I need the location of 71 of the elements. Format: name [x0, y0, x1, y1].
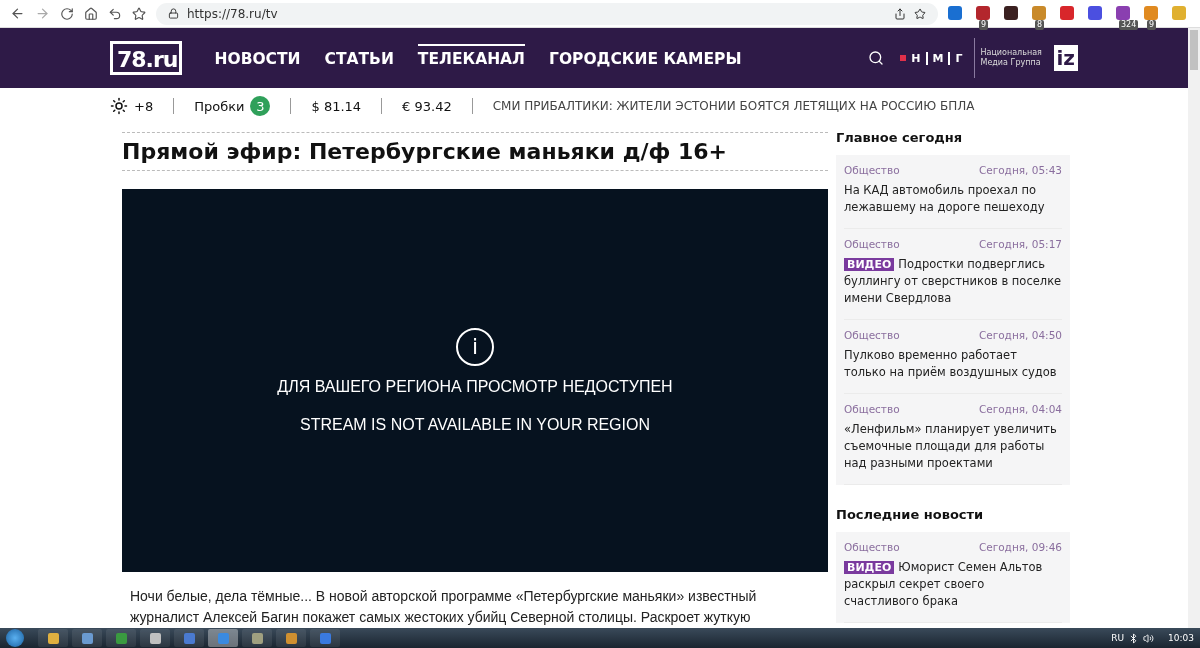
- taskbar-app[interactable]: [106, 629, 136, 647]
- sidebar-heading: Главное сегодня: [836, 130, 964, 145]
- info-icon: i: [456, 327, 494, 366]
- taskbar-app[interactable]: [310, 629, 340, 647]
- news-title[interactable]: Пулково временно работает только на приём воздушных судов: [844, 347, 1062, 381]
- nav-link[interactable]: ГОРОДСКИЕ КАМЕРЫ: [549, 44, 742, 72]
- news-title[interactable]: «Ленфильм» планирует увеличить съемочные площади для работы над разными проектами: [844, 421, 1062, 472]
- volume-icon[interactable]: [1143, 632, 1155, 644]
- news-time: Сегодня, 05:43: [978, 164, 1062, 176]
- news-category[interactable]: Общество: [844, 164, 900, 176]
- taskbar-app[interactable]: [38, 629, 68, 647]
- nav-link[interactable]: ТЕЛЕКАНАЛ: [417, 44, 525, 72]
- square-icon: [900, 55, 907, 61]
- traffic-label: Пробки: [194, 98, 245, 114]
- description: Ночи белые, дела тёмные... В новой авторской программе «Петербургские маньяки» известный журналист Алексей Багин покажет самых жестоких убийц Северной столицы. Раскроет жуткую: [130, 587, 758, 627]
- start-button[interactable]: [6, 629, 24, 647]
- bookmark-icon[interactable]: [914, 7, 926, 20]
- partner-logo-letter: Н: [911, 51, 928, 65]
- scrollbar[interactable]: [1188, 28, 1200, 628]
- nav-link[interactable]: НОВОСТИ: [214, 44, 301, 72]
- site-logo[interactable]: 78.ru: [110, 41, 183, 75]
- taskbar-app[interactable]: [242, 629, 272, 647]
- news-title[interactable]: ВИДЕО Юморист Семен Альтов раскрыл секрет своего счастливого брака: [844, 559, 1062, 610]
- usd-rate: $ 81.14: [311, 98, 362, 114]
- language-indicator[interactable]: RU: [1111, 633, 1125, 643]
- news-category[interactable]: Общество: [844, 238, 900, 250]
- traffic-badge: 3: [250, 96, 271, 116]
- eur-rate: € 93.42: [402, 98, 452, 114]
- extension-badge: 324: [1119, 19, 1139, 30]
- news-category[interactable]: Общество: [844, 403, 900, 415]
- back-icon[interactable]: [10, 6, 25, 21]
- extension-icon[interactable]: [1088, 5, 1102, 20]
- extension-icon[interactable]: [1004, 5, 1018, 20]
- share-icon[interactable]: [894, 7, 906, 20]
- partner-logo-letter: Г: [955, 51, 964, 65]
- extension-icon[interactable]: [1116, 5, 1130, 20]
- news-category[interactable]: Общество: [844, 541, 900, 553]
- ticker-headline[interactable]: СМИ ПРИБАЛТИКИ: ЖИТЕЛИ ЭСТОНИИ БОЯТСЯ ЛЕТЯЩИХ НА РОССИЮ БПЛА: [492, 99, 975, 113]
- taskbar-app[interactable]: [140, 629, 170, 647]
- page-title: Прямой эфир: Петербургские маньяки д/ф 16+: [122, 132, 828, 171]
- extension-badge: 9: [979, 19, 989, 30]
- partner-logo-letter: М: [932, 51, 951, 65]
- extension-badge: 9: [1147, 19, 1157, 30]
- extension-badge: 8: [1035, 19, 1045, 30]
- taskbar-app[interactable]: [72, 629, 102, 647]
- partner-logo[interactable]: iz: [1053, 45, 1078, 71]
- news-time: Сегодня, 04:04: [978, 403, 1062, 415]
- temperature: +8: [134, 98, 154, 114]
- news-time: Сегодня, 05:17: [978, 238, 1062, 250]
- news-title[interactable]: ВИДЕО Подростки подверглись буллингу от сверстников в поселке имени Свердлова: [844, 256, 1062, 307]
- nav-link[interactable]: СТАТЬИ: [324, 44, 394, 72]
- taskbar-app[interactable]: [174, 629, 204, 647]
- news-category[interactable]: Общество: [844, 329, 900, 341]
- lock-icon: [168, 8, 179, 19]
- address-bar[interactable]: https://78.ru/tv: [156, 2, 938, 25]
- search-icon[interactable]: [868, 50, 885, 66]
- news-time: Сегодня, 04:50: [978, 329, 1062, 341]
- sun-icon: [110, 97, 128, 115]
- undo-icon[interactable]: [108, 6, 122, 21]
- taskbar-app[interactable]: [276, 629, 306, 647]
- star-icon[interactable]: [132, 6, 146, 21]
- player-message: ДЛЯ ВАШЕГО РЕГИОНА ПРОСМОТР НЕДОСТУПЕН: [277, 377, 673, 396]
- player-message: STREAM IS NOT AVAILABLE IN YOUR REGION: [300, 415, 650, 434]
- home-icon[interactable]: [84, 6, 98, 21]
- news-title[interactable]: На КАД автомобиль проехал по лежавшему на дороге пешеходу: [844, 182, 1062, 216]
- reload-icon[interactable]: [60, 6, 74, 21]
- clock[interactable]: 10:03: [1168, 633, 1194, 643]
- partner-name: Национальная Медиа Группа: [973, 38, 1042, 78]
- news-time: Сегодня, 09:46: [978, 541, 1062, 553]
- sidebar-heading: Последние новости: [836, 507, 985, 522]
- extension-icon[interactable]: [976, 5, 990, 20]
